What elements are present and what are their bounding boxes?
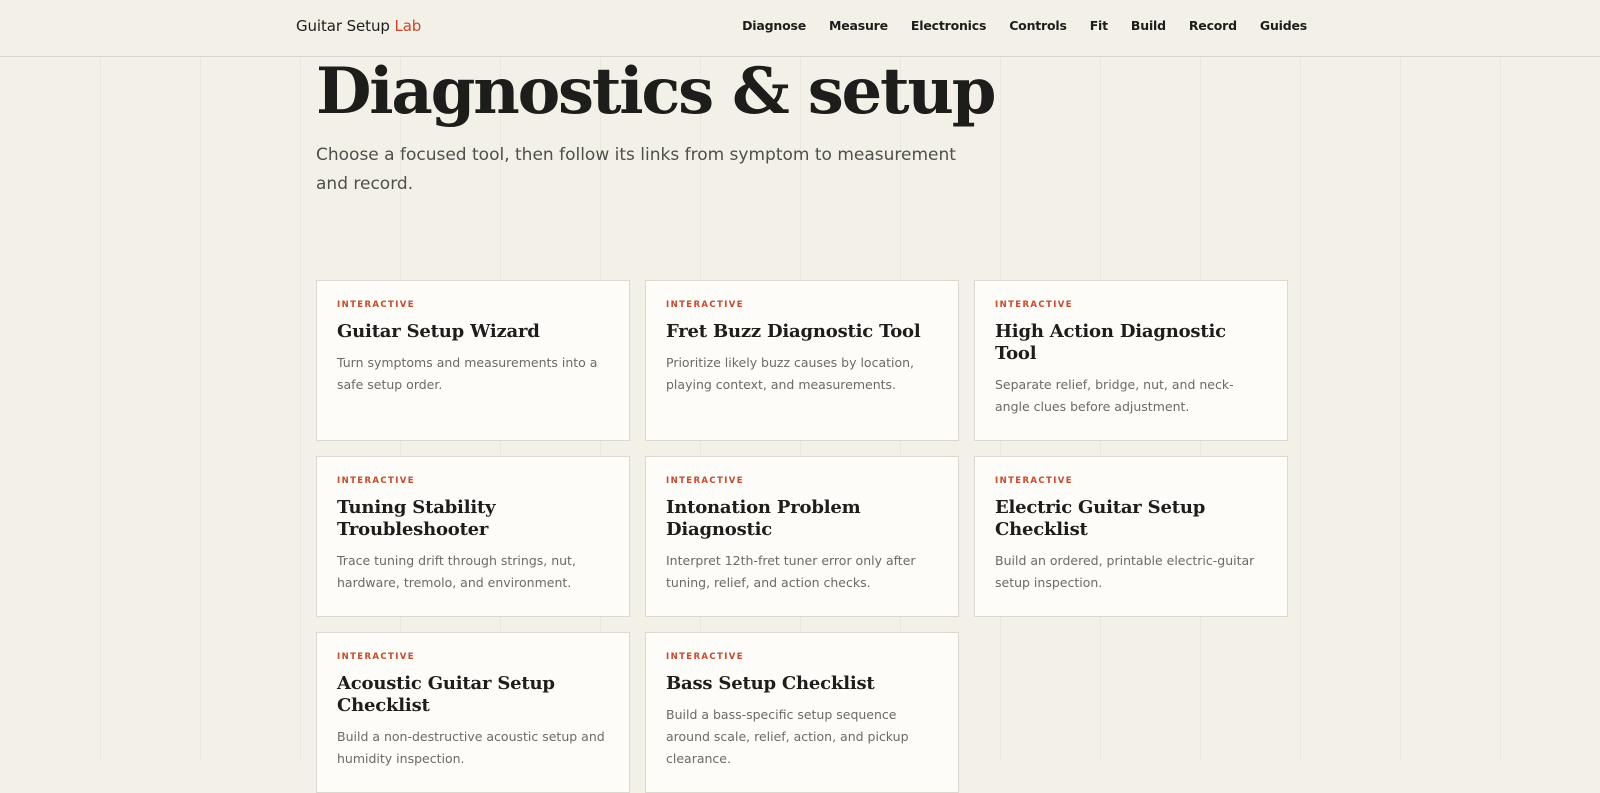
card-title: Tuning Stability Troubleshooter [337,497,496,540]
nav-electronics[interactable]: Electronics [911,18,986,33]
card-tag: INTERACTIVE [995,476,1073,486]
card-tag: INTERACTIVE [666,476,744,486]
tool-card-electric-checklist[interactable]: INTERACTIVE Electric Guitar Setup Checkl… [974,456,1288,617]
card-title: Acoustic Guitar Setup Checklist [337,673,555,716]
card-description: Prioritize likely buzz causes by locatio… [666,355,915,392]
main-nav: Diagnose Measure Electronics Controls Fi… [742,18,1307,33]
card-description: Separate relief, bridge, nut, and neck-a… [995,377,1234,414]
nav-build[interactable]: Build [1131,18,1166,33]
tool-card-tuning-stability[interactable]: INTERACTIVE Tuning Stability Troubleshoo… [316,456,630,617]
brand-accent: Lab [394,17,422,35]
brand-name: Guitar Setup [296,17,390,35]
tool-card-high-action[interactable]: INTERACTIVE High Action Diagnostic Tool … [974,280,1288,441]
card-description: Build an ordered, printable electric-gui… [995,553,1255,590]
tool-card-fret-buzz[interactable]: INTERACTIVE Fret Buzz Diagnostic Tool Pr… [645,280,959,441]
nav-controls[interactable]: Controls [1009,18,1067,33]
card-description: Build a non-destructive acoustic setup a… [337,729,605,766]
card-title: Bass Setup Checklist [666,673,875,694]
card-description: Build a bass-specific setup sequence aro… [666,707,909,766]
site-header: Guitar Setup Lab Diagnose Measure Electr… [0,0,1600,57]
page-title: Diagnostics & setup [316,54,996,129]
card-description: Interpret 12th-fret tuner error only aft… [666,553,916,590]
card-title: Guitar Setup Wizard [337,321,540,342]
nav-guides[interactable]: Guides [1260,18,1307,33]
card-tag: INTERACTIVE [666,652,744,662]
card-description: Turn symptoms and measurements into a sa… [337,355,598,392]
card-title: Electric Guitar Setup Checklist [995,497,1206,540]
page-intro: Choose a focused tool, then follow its l… [316,145,956,194]
nav-record[interactable]: Record [1189,18,1237,33]
card-title: Fret Buzz Diagnostic Tool [666,321,921,342]
card-tag: INTERACTIVE [666,300,744,310]
card-tag: INTERACTIVE [337,476,415,486]
card-title: Intonation Problem Diagnostic [666,497,861,540]
nav-fit[interactable]: Fit [1090,18,1108,33]
tool-card-setup-wizard[interactable]: INTERACTIVE Guitar Setup Wizard Turn sym… [316,280,630,441]
card-title: High Action Diagnostic Tool [995,321,1226,364]
nav-measure[interactable]: Measure [829,18,888,33]
card-description: Trace tuning drift through strings, nut,… [337,553,576,590]
card-tag: INTERACTIVE [337,652,415,662]
card-tag: INTERACTIVE [337,300,415,310]
tool-card-bass-checklist[interactable]: INTERACTIVE Bass Setup Checklist Build a… [645,632,959,793]
tool-card-intonation[interactable]: INTERACTIVE Intonation Problem Diagnosti… [645,456,959,617]
card-tag: INTERACTIVE [995,300,1073,310]
tool-grid: INTERACTIVE Guitar Setup Wizard Turn sym… [316,280,1288,793]
tool-card-acoustic-checklist[interactable]: INTERACTIVE Acoustic Guitar Setup Checkl… [316,632,630,793]
brand-logo-link[interactable]: Guitar Setup Lab [296,17,421,35]
nav-diagnose[interactable]: Diagnose [742,18,806,33]
